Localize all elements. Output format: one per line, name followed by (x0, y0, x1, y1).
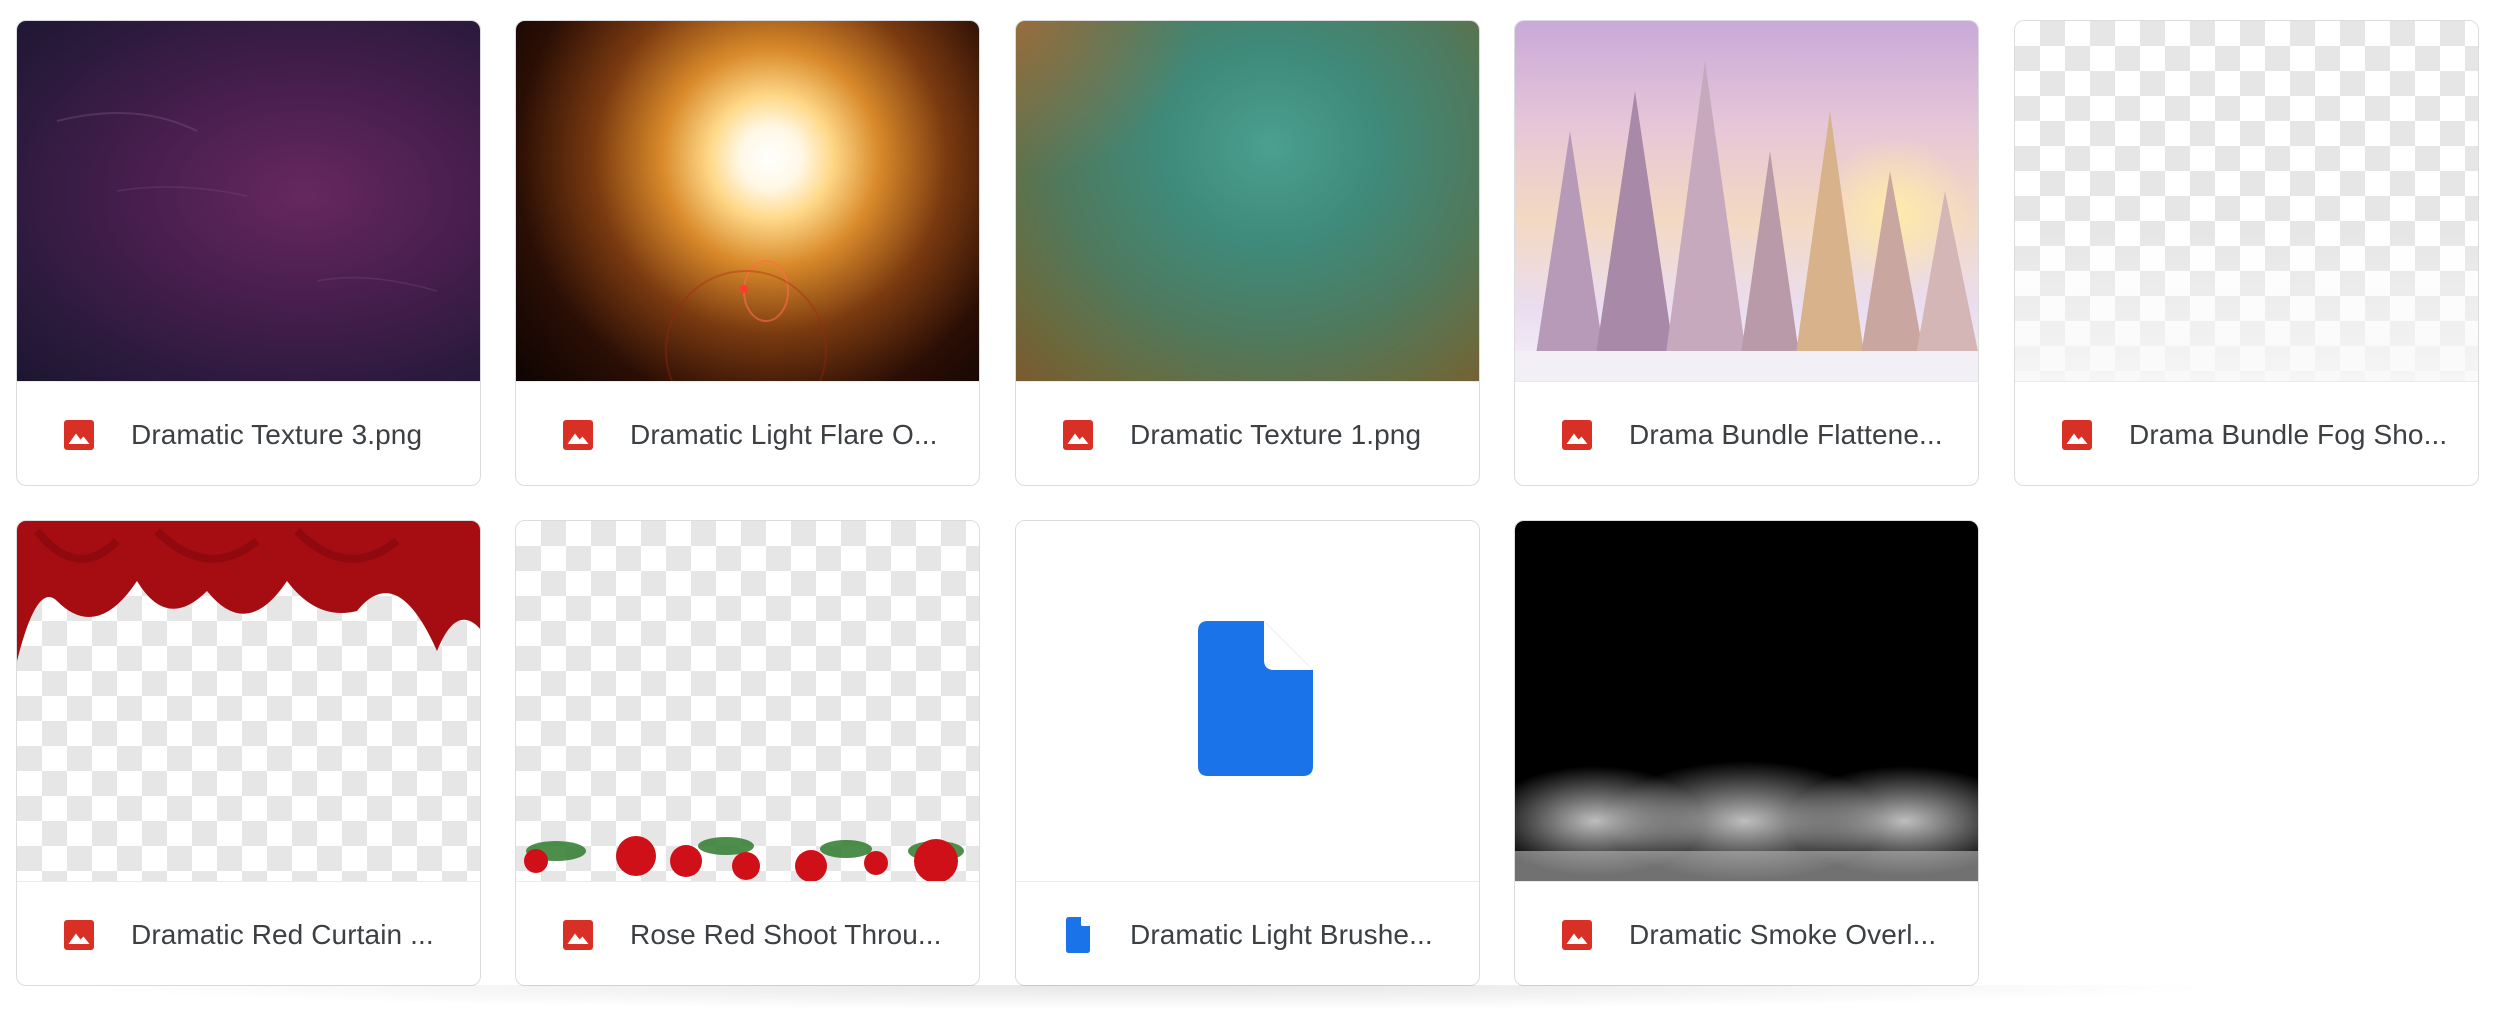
file-thumbnail (516, 21, 979, 381)
image-file-icon (1058, 415, 1098, 455)
file-name: Dramatic Red Curtain ... (131, 918, 434, 950)
file-name: Dramatic Texture 1.png (1130, 418, 1422, 450)
file-card[interactable]: Dramatic Red Curtain ... (16, 520, 481, 986)
file-thumbnail (1016, 521, 1479, 881)
image-file-icon (558, 415, 598, 455)
file-card[interactable]: Drama Bundle Fog Sho... (2014, 20, 2479, 486)
image-file-icon (59, 915, 99, 955)
file-name: Dramatic Texture 3.png (131, 418, 423, 450)
file-name: Drama Bundle Fog Sho... (2129, 418, 2448, 450)
file-card[interactable]: Rose Red Shoot Throu... (515, 520, 980, 986)
file-card[interactable]: Dramatic Light Brushe... (1015, 520, 1480, 986)
image-file-icon (558, 915, 598, 955)
file-card[interactable]: Dramatic Texture 3.png (16, 20, 481, 486)
image-file-icon (2057, 415, 2097, 455)
image-file-icon (1557, 915, 1597, 955)
document-file-icon (1058, 915, 1098, 955)
file-name: Dramatic Light Flare O... (630, 418, 938, 450)
file-thumbnail (17, 21, 480, 381)
image-file-icon (1557, 415, 1597, 455)
file-card[interactable]: Dramatic Texture 1.png (1015, 20, 1480, 486)
file-grid: Dramatic Texture 3.png Dramatic Light Fl… (0, 0, 2504, 1010)
file-name: Rose Red Shoot Throu... (630, 918, 942, 950)
file-thumbnail (1515, 521, 1978, 881)
document-icon (1198, 621, 1313, 776)
file-thumbnail (1016, 21, 1479, 381)
file-name: Drama Bundle Flattene... (1629, 418, 1943, 450)
image-file-icon (59, 415, 99, 455)
bottom-shadow (60, 985, 2244, 1010)
file-thumbnail (516, 521, 979, 881)
file-thumbnail (1515, 21, 1978, 381)
file-thumbnail (17, 521, 480, 881)
file-thumbnail (2015, 21, 2478, 381)
file-card[interactable]: Dramatic Light Flare O... (515, 20, 980, 486)
file-name: Dramatic Smoke Overl... (1629, 918, 1937, 950)
file-name: Dramatic Light Brushe... (1130, 918, 1433, 950)
file-card[interactable]: Dramatic Smoke Overl... (1514, 520, 1979, 986)
file-card[interactable]: Drama Bundle Flattene... (1514, 20, 1979, 486)
